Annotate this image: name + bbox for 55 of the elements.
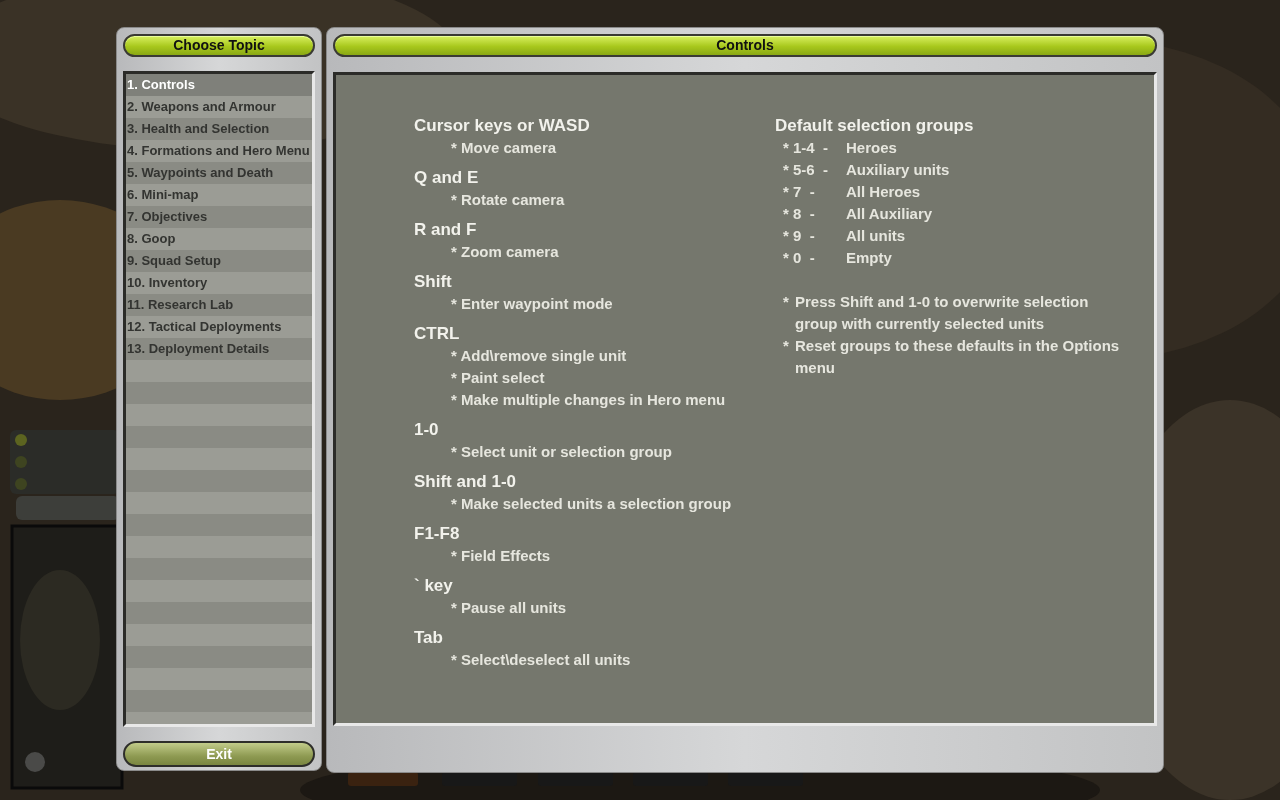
key-heading: R and F — [414, 219, 478, 241]
action-text: * Pause all units — [451, 598, 568, 618]
topic-item[interactable]: 2. Weapons and Armour — [126, 96, 312, 118]
action-text: * Make multiple changes in Hero menu — [451, 390, 727, 410]
action-text: * Rotate camera — [451, 190, 566, 210]
topic-item[interactable]: 7. Objectives — [126, 206, 312, 228]
topic-item[interactable]: 11. Research Lab — [126, 294, 312, 316]
note-text: Press Shift and 1-0 to overwrite selection group with currently selected units — [795, 292, 1090, 334]
group-description: All Auxiliary — [846, 204, 933, 224]
topic-item[interactable]: 3. Health and Selection — [126, 118, 312, 140]
key-heading: CTRL — [414, 323, 461, 345]
groups-heading: Default selection groups — [775, 115, 975, 137]
key-heading: F1-F8 — [414, 523, 461, 545]
action-text: * Enter waypoint mode — [451, 294, 614, 314]
group-description: Empty — [846, 248, 892, 268]
group-keys: * 5-6 - — [783, 159, 846, 181]
group-keys: * 1-4 - — [783, 137, 846, 159]
group-keys: * 8 - — [783, 203, 846, 225]
key-heading: 1-0 — [414, 419, 440, 441]
key-heading: ` key — [414, 575, 454, 597]
exit-button[interactable]: Exit — [123, 741, 315, 767]
group-keys: * 0 - — [783, 247, 846, 269]
topic-item[interactable]: 8. Goop — [126, 228, 312, 250]
panel-title: Choose Topic — [123, 34, 315, 57]
topic-item[interactable]: 4. Formations and Hero Menu — [126, 140, 312, 162]
key-heading: Tab — [414, 627, 444, 649]
bullet: * — [783, 336, 790, 356]
action-text: * Move camera — [451, 138, 558, 158]
bullet: * — [783, 292, 790, 312]
action-text: * Field Effects — [451, 546, 552, 566]
group-description: All Heroes — [846, 182, 921, 202]
key-heading: Shift — [414, 271, 453, 293]
key-heading: Shift and 1-0 — [414, 471, 517, 493]
topic-item[interactable]: 6. Mini-map — [126, 184, 312, 206]
action-text: * Select\deselect all units — [451, 650, 632, 670]
panel-title: Controls — [333, 34, 1157, 57]
topic-item[interactable]: 10. Inventory — [126, 272, 312, 294]
topic-item[interactable]: 13. Deployment Details — [126, 338, 312, 360]
group-description: Auxiliary units — [846, 160, 950, 180]
action-text: * Select unit or selection group — [451, 442, 673, 462]
topic-item[interactable]: 1. Controls — [126, 74, 312, 96]
topic-item[interactable]: 12. Tactical Deployments — [126, 316, 312, 338]
action-text: * Add\remove single unit — [451, 346, 628, 366]
key-heading: Q and E — [414, 167, 480, 189]
topic-item[interactable]: 5. Waypoints and Death — [126, 162, 312, 184]
topic-item[interactable]: 9. Squad Setup — [126, 250, 312, 272]
action-text: * Zoom camera — [451, 242, 560, 262]
group-description: All units — [846, 226, 906, 246]
action-text: * Paint select — [451, 368, 546, 388]
group-keys: * 9 - — [783, 225, 846, 247]
group-description: Heroes — [846, 138, 897, 158]
note-text: Reset groups to these defaults in the Options menu — [795, 336, 1121, 378]
key-heading: Cursor keys or WASD — [414, 115, 591, 137]
group-keys: * 7 - — [783, 181, 846, 203]
action-text: * Make selected units a selection group — [451, 494, 733, 514]
